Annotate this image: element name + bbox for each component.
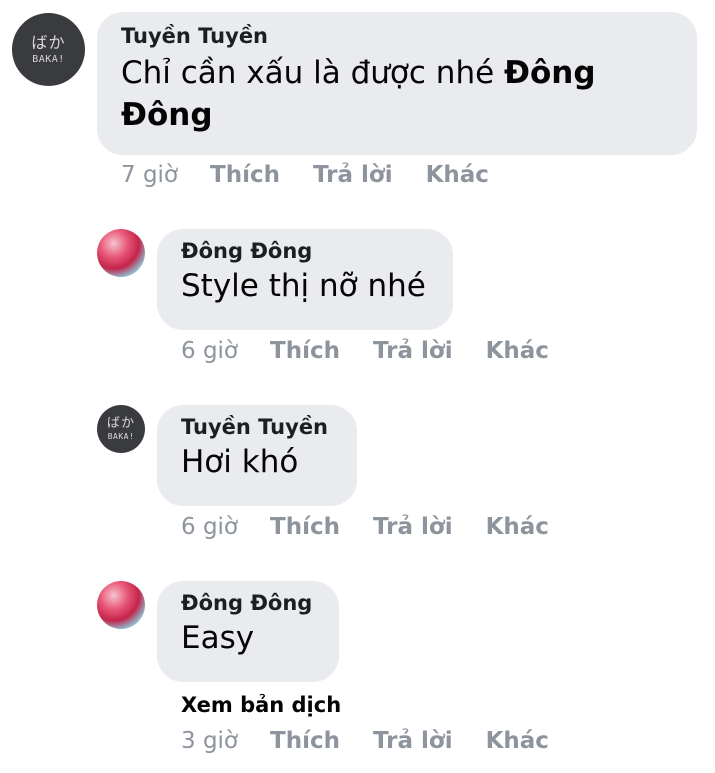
comment-bubble: Đông Đông Style thị nỡ nhé (157, 229, 453, 330)
comment-actions: 7 giờ Thích Trả lời Khác (121, 162, 489, 188)
comment-text: Easy (181, 620, 255, 656)
reply-button[interactable]: Trả lời (373, 338, 453, 364)
comment-author[interactable]: Tuyền Tuyền (181, 415, 333, 439)
avatar[interactable] (97, 581, 145, 629)
avatar[interactable]: ばか BAKA! (12, 13, 85, 86)
like-button[interactable]: Thích (270, 338, 340, 364)
more-button[interactable]: Khác (486, 728, 549, 754)
like-button[interactable]: Thích (210, 162, 280, 188)
avatar-romaji: BAKA! (32, 53, 65, 65)
comment-timestamp[interactable]: 6 giờ (181, 338, 238, 364)
comment-author[interactable]: Tuyền Tuyền (121, 24, 673, 48)
reply-button[interactable]: Trả lời (373, 728, 453, 754)
more-button[interactable]: Khác (426, 162, 489, 188)
more-button[interactable]: Khác (486, 338, 549, 364)
comment-bubble: Đông Đông Easy (157, 581, 339, 682)
reply-button[interactable]: Trả lời (373, 514, 453, 540)
comment-actions: 3 giờ Thích Trả lời Khác (181, 728, 549, 754)
comment-author[interactable]: Đông Đông (181, 239, 429, 263)
like-button[interactable]: Thích (270, 514, 340, 540)
comment-actions: 6 giờ Thích Trả lời Khác (181, 338, 549, 364)
avatar-kana: ばか (31, 32, 66, 52)
comment-text-body: Chỉ cần xấu là được nhé (121, 55, 505, 91)
comment-actions: 6 giờ Thích Trả lời Khác (181, 514, 549, 540)
comment-text: Hơi khó (181, 444, 299, 480)
avatar-kana: ばか (106, 416, 136, 431)
reply-button[interactable]: Trả lời (313, 162, 393, 188)
comment-author[interactable]: Đông Đông (181, 591, 315, 615)
avatar[interactable]: ばか BAKA! (97, 405, 145, 453)
avatar-romaji: BAKA! (107, 432, 135, 441)
comment-bubble: Tuyền Tuyền Hơi khó (157, 405, 357, 506)
comment-timestamp[interactable]: 6 giờ (181, 514, 238, 540)
avatar[interactable] (97, 229, 145, 277)
comment-timestamp[interactable]: 7 giờ (121, 162, 178, 188)
comment-text: Style thị nỡ nhé (181, 268, 426, 304)
like-button[interactable]: Thích (270, 728, 340, 754)
comment-timestamp[interactable]: 3 giờ (181, 728, 238, 754)
see-translation-link[interactable]: Xem bản dịch (181, 693, 341, 717)
comment-text: Chỉ cần xấu là được nhé Đông Đông (121, 52, 673, 136)
comment-bubble: Tuyền Tuyền Chỉ cần xấu là được nhé Đông… (97, 12, 697, 155)
more-button[interactable]: Khác (486, 514, 549, 540)
